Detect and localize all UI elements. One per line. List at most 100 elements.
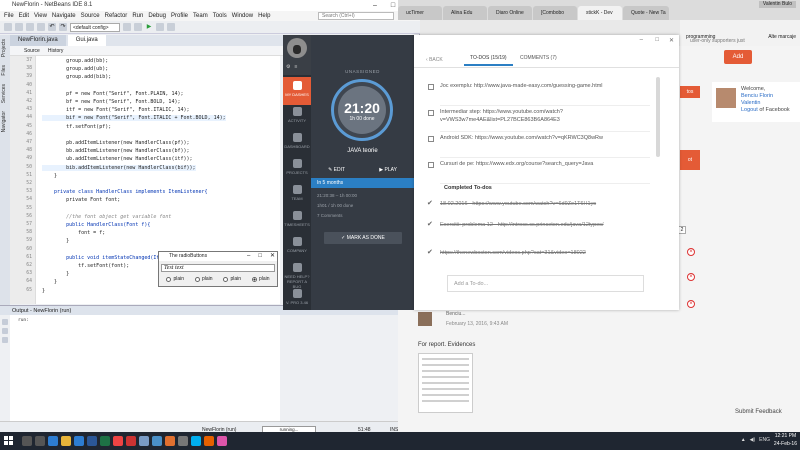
maximize-icon[interactable]: □ — [258, 252, 262, 261]
delete-icon[interactable]: × — [687, 300, 695, 308]
calc-icon[interactable] — [178, 436, 188, 446]
timer-info-comments[interactable]: 7 Comments — [317, 213, 343, 218]
output-console[interactable]: run: — [10, 315, 280, 421]
close-icon[interactable]: ✕ — [669, 37, 674, 44]
todo-checkbox[interactable] — [428, 162, 434, 168]
other-bookmarks[interactable]: Alte marcaje — [768, 34, 796, 40]
browser-tab[interactable]: [Combobo — [533, 6, 577, 20]
excel-icon[interactable] — [100, 436, 110, 446]
timer-nav-item[interactable]: COMPANY — [283, 233, 311, 261]
new-project-icon[interactable] — [15, 23, 23, 31]
save-all-icon[interactable] — [37, 23, 45, 31]
radio-dot-icon[interactable] — [251, 276, 257, 282]
menu-item[interactable]: Navigate — [52, 11, 76, 21]
minimize-icon[interactable]: – — [640, 37, 643, 43]
radio-dot-icon[interactable] — [166, 276, 172, 282]
radio-dot-icon[interactable] — [194, 276, 200, 282]
run-icon[interactable]: ▶ — [145, 23, 153, 31]
radio-option[interactable]: plain — [194, 276, 213, 282]
edge-icon[interactable] — [48, 436, 58, 446]
menu-item[interactable]: Window — [232, 11, 253, 21]
timer-ring[interactable]: 21:20 1h 00 done — [331, 79, 393, 141]
windows-start-icon[interactable] — [4, 436, 14, 446]
side-tab[interactable]: Files — [0, 61, 8, 80]
timer-nav-item[interactable]: DASHBOARD — [283, 129, 311, 157]
timer-nav-item[interactable]: ACTIVITY — [283, 103, 311, 131]
page-number[interactable]: 2 — [678, 226, 686, 234]
browser-tab[interactable]: stickK - Dev — [578, 6, 622, 20]
minimize-icon[interactable]: – — [247, 252, 250, 261]
maximize-icon[interactable]: □ — [655, 37, 659, 43]
task-view-icon[interactable] — [35, 436, 45, 446]
timer-nav-item[interactable]: TEAM — [283, 181, 311, 209]
mark-as-done-button[interactable]: ✓ MARK AS DONE — [324, 232, 402, 244]
browser-user-badge[interactable]: Valentin Bulo — [758, 1, 796, 8]
submit-feedback-link[interactable]: Submit Feedback — [735, 409, 782, 415]
taskbar-clock[interactable]: 12:21 PM 24-Feb-16 — [774, 433, 797, 448]
menu-item[interactable]: Source — [81, 11, 100, 21]
open-project-icon[interactable] — [26, 23, 34, 31]
menu-icon[interactable]: ≡ — [294, 64, 297, 70]
add-todo-input[interactable]: Add a To-do... — [447, 275, 644, 292]
word-icon[interactable] — [87, 436, 97, 446]
menu-item[interactable]: Help — [258, 11, 270, 21]
timer-schedule[interactable]: In 5 months — [311, 178, 414, 188]
filezilla-icon[interactable] — [126, 436, 136, 446]
todo-item[interactable]: Android SDK: https://www.youtube.com/wat… — [428, 135, 650, 143]
dialog-scrollbar[interactable] — [656, 77, 660, 157]
menu-item[interactable]: Refactor — [105, 11, 128, 21]
menu-item[interactable]: Debug — [148, 11, 166, 21]
completed-todo-item[interactable]: ✔ 18.02.2016 - https://www.youtube.com/wa… — [427, 200, 650, 209]
ide-search-input[interactable]: Search (Ctrl+I) — [318, 12, 394, 20]
radio-dot-icon[interactable] — [223, 276, 229, 282]
delete-icon[interactable]: × — [687, 248, 695, 256]
completed-todo-item[interactable]: ✔ Exercitii: problema 12 - http://introcs… — [427, 221, 650, 230]
tab-todos[interactable]: TO-DOS (15/19) — [464, 52, 513, 66]
checkmark-icon[interactable]: ✔ — [427, 221, 433, 229]
editor-subtab[interactable]: Source — [24, 46, 40, 55]
todo-checkbox[interactable] — [428, 84, 434, 90]
rerun-icon[interactable] — [2, 319, 8, 325]
java-icon[interactable] — [165, 436, 175, 446]
play-button[interactable]: ▶ PLAY — [379, 167, 397, 173]
timer-nav-item[interactable]: TIMESHEETS — [283, 207, 311, 235]
menu-item[interactable]: Profile — [171, 11, 188, 21]
browser-tab[interactable]: Alina Edu — [443, 6, 487, 20]
timer-nav-item[interactable]: V. PRO 3.46 — [283, 285, 311, 313]
browser-tab[interactable]: Diaro Online — [488, 6, 532, 20]
language-indicator[interactable]: ENG — [759, 437, 770, 443]
add-button[interactable]: Add — [724, 50, 752, 64]
chrome-icon[interactable] — [113, 436, 123, 446]
todo-item[interactable]: Joc exemplu: http://www.java-made-easy.c… — [428, 83, 650, 91]
menu-item[interactable]: Edit — [19, 11, 29, 21]
radio-option[interactable]: plain — [223, 276, 241, 282]
menu-item[interactable]: Team — [193, 11, 208, 21]
settings-icon[interactable] — [2, 337, 8, 343]
menu-item[interactable]: View — [34, 11, 47, 21]
orange-panel-2[interactable]: ot — [680, 150, 700, 170]
delete-icon[interactable]: × — [687, 273, 695, 281]
browser-tab[interactable]: Quote - New Ta — [623, 6, 669, 20]
stop-icon[interactable] — [2, 328, 8, 334]
search-icon[interactable] — [22, 436, 32, 446]
profile-icon[interactable] — [167, 23, 175, 31]
radio-text-field[interactable]: Test text — [161, 264, 275, 272]
new-file-icon[interactable] — [4, 23, 12, 31]
menu-item[interactable]: Run — [132, 11, 143, 21]
gear-icon[interactable]: ⚙ — [286, 64, 290, 70]
volume-icon[interactable]: ◀) — [750, 437, 756, 443]
skype-icon[interactable] — [191, 436, 201, 446]
file-explorer-icon[interactable] — [61, 436, 71, 446]
editor-subtab[interactable]: History — [48, 46, 64, 55]
side-tab[interactable]: Projects — [0, 35, 8, 61]
timer-nav-item[interactable]: MY DASHES — [283, 77, 311, 105]
notepad-icon[interactable] — [152, 436, 162, 446]
radio-option[interactable]: plain — [251, 276, 270, 282]
browser-tab[interactable]: ucTimer — [398, 6, 442, 20]
editor-tab[interactable]: Gui.java — [67, 35, 106, 46]
evidence-image[interactable] — [418, 353, 473, 413]
build-icon[interactable] — [123, 23, 131, 31]
minimize-icon[interactable]: – — [366, 0, 384, 11]
checkmark-icon[interactable]: ✔ — [427, 200, 433, 208]
close-icon[interactable]: ✕ — [270, 252, 275, 261]
